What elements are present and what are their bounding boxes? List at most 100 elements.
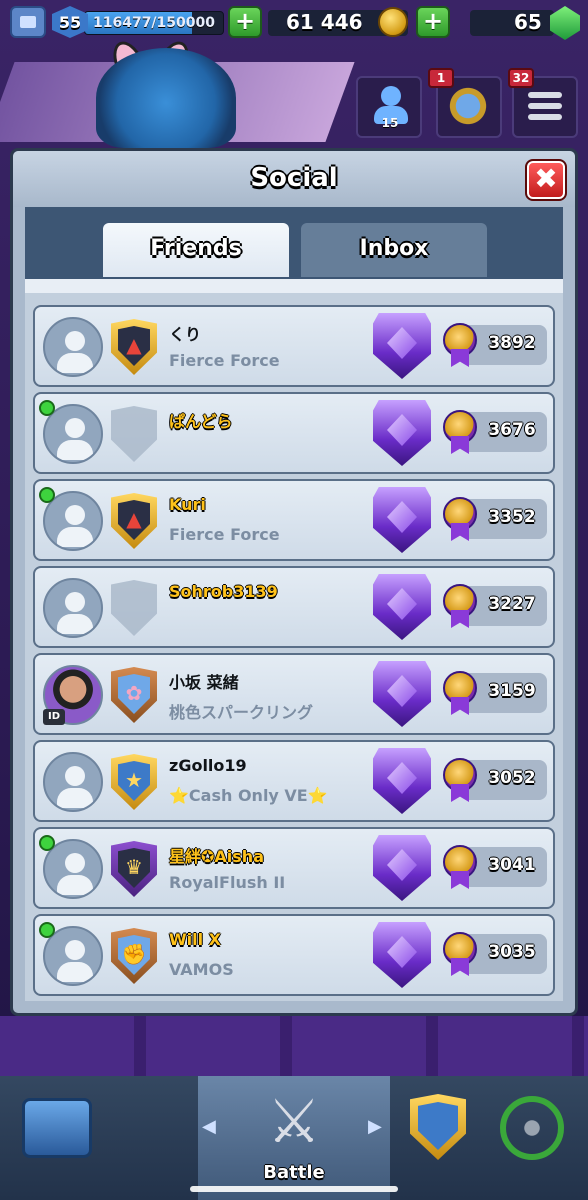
trophy-crown-icon [443,497,477,541]
person-head-icon [65,592,85,612]
id-tag: ID [43,709,65,725]
friend-clan-name: RoyalFlush II [169,873,286,892]
gem-amount: 65 [514,10,542,34]
arena-league-icon [373,400,431,466]
online-status-dot [39,835,55,851]
friends-list[interactable]: ▲ くり Fierce Force 3892 ぱんどら 3676 ▲ Kuri Fierce F… [25,279,563,1001]
online-status-dot [39,400,55,416]
trophy-crown-icon [443,671,477,715]
friend-name: Will X [169,930,222,949]
person-body-icon [57,962,93,982]
top-resource-bar: 116477/150000 55 + 61 446 + 65 [0,0,588,46]
trophy-count: 3352 [488,507,536,527]
person-head-icon [65,766,85,786]
friend-clan-name: Fierce Force [169,351,280,370]
friend-row[interactable]: ▲ くり Fierce Force 3892 [33,305,555,387]
person-body-icon [57,614,93,634]
list-header-strip [25,279,563,293]
trophy-count: 3052 [488,768,536,788]
friend-avatar[interactable] [43,317,103,377]
fire-icon: ▲ [126,333,142,357]
person-head-icon [65,505,85,525]
online-status-dot [39,922,55,938]
friend-row[interactable]: Sohrob3139 3227 [33,566,555,648]
modal-title: Social [250,163,338,193]
friend-row[interactable]: ▲ Kuri Fierce Force 3352 [33,479,555,561]
home-indicator [190,1186,398,1192]
friend-name: zGollo19 [169,756,247,775]
nav-battle-label: Battle [263,1162,325,1183]
person-head-icon [65,331,85,351]
arena-league-icon [373,661,431,727]
trophy-crown-icon [443,584,477,628]
menu-badge: 32 [508,68,534,88]
friend-clan-name: Fierce Force [169,525,280,544]
friend-row[interactable]: ♛ 星絆✪Aisha RoyalFlush II 3041 [33,827,555,909]
trophy-count: 3035 [488,942,536,962]
tab-inbox[interactable]: Inbox [301,223,487,277]
nav-tournaments[interactable] [480,1076,588,1200]
gem-icon [550,6,580,40]
arena-league-icon [373,748,431,814]
nav-left-arrow-icon[interactable]: ◀ [202,1116,216,1137]
person-body-icon [57,875,93,895]
add-gold-button[interactable]: + [416,6,450,38]
xp-progress-bar: 116477/150000 [84,11,224,35]
bottom-navigation: ◀ ▶ ⚔ Battle [0,1076,588,1200]
close-button[interactable]: ✖ [525,159,567,201]
friend-clan-name: 桃色スパークリング [169,703,314,722]
person-body-icon [57,353,93,373]
friend-row[interactable]: ✊ Will X VAMOS 3035 [33,914,555,996]
flower-icon: ✿ [125,681,143,705]
star-icon: ★ [125,768,143,792]
friend-row[interactable]: ぱんどら 3676 [33,392,555,474]
friend-name: 小坂 菜緒 [169,673,239,692]
tab-friends[interactable]: Friends [103,223,289,277]
trophy-crown-icon [443,758,477,802]
person-body-icon [57,788,93,808]
friend-clan-name: ⭐Cash Only VE⭐ [169,786,328,805]
social-modal: Social ✖ Friends Inbox ▲ くり Fierce Force 38… [10,148,578,1016]
tab-bar: Friends Inbox [25,207,563,279]
trophy-crown-icon [443,410,477,454]
friend-avatar[interactable] [43,578,103,638]
shop-chest-icon [22,1098,92,1158]
friend-row[interactable]: ID ✿ 小坂 菜緒桃色スパークリング 3159 [33,653,555,735]
person-body-icon [57,527,93,547]
nav-right-arrow-icon[interactable]: ▶ [368,1116,382,1137]
xp-progress-text: 116477/150000 [92,15,215,31]
friend-name: 星絆✪Aisha [169,847,264,866]
friend-name: ぱんどら [169,412,233,431]
friend-row[interactable]: ★ zGollo19 ⭐Cash Only VE⭐ 3052 [33,740,555,822]
clan-icon [410,1094,466,1160]
clan-badge-icon [111,580,157,636]
trophy-count: 3159 [488,681,536,701]
trophy-crown-icon [443,845,477,889]
trophy-count: 3676 [488,420,536,440]
hamburger-menu-icon [528,92,562,120]
friend-avatar[interactable] [43,752,103,812]
royal-news-icon [446,86,490,126]
arena-league-icon [373,574,431,640]
laurel-sword-icon [500,1096,564,1160]
friend-name: Sohrob3139 [169,582,278,601]
online-status-dot [39,487,55,503]
friend-name: Kuri [169,495,206,514]
fire-icon: ▲ [126,507,142,531]
friend-name: くり [169,325,202,344]
arena-league-icon [373,922,431,988]
player-banner-avatar[interactable] [96,48,236,148]
trophy-crown-icon [443,323,477,367]
modal-header: Social ✖ [13,151,575,207]
arena-league-icon [373,487,431,553]
person-head-icon [65,940,85,960]
fist-icon: ✊ [121,942,147,966]
gold-coin-icon [378,7,408,37]
person-head-icon [65,853,85,873]
trophy-count: 3227 [488,594,536,614]
crossed-swords-icon: ⚔ [267,1087,321,1157]
friends-count: 15 [381,116,399,130]
add-xp-button[interactable]: + [228,6,262,38]
profile-icon[interactable] [10,6,46,38]
arena-league-icon [373,835,431,901]
